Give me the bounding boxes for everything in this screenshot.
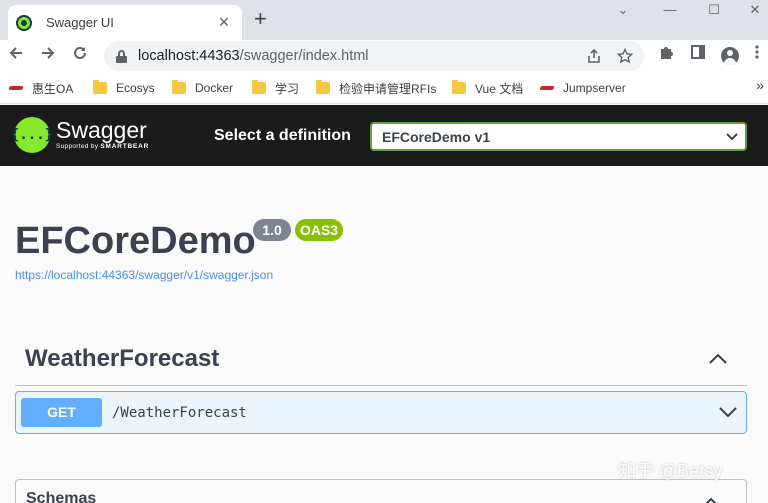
tab-title: Swagger UI: [46, 15, 114, 30]
api-title: EFCoreDemo: [15, 220, 256, 262]
maximize-button[interactable]: ☐: [694, 0, 734, 24]
bookmark-item[interactable]: 学习: [252, 79, 299, 97]
select-definition-label: Select a definition: [214, 127, 351, 144]
close-tab-icon[interactable]: ✕: [216, 14, 232, 31]
url-text: localhost:44363/swagger/index.html: [138, 48, 369, 64]
bookmark-item[interactable]: Jumpserver: [540, 79, 626, 97]
site-icon: [9, 83, 23, 93]
close-window-button[interactable]: ✕: [735, 0, 768, 24]
more-bookmarks-icon[interactable]: »: [756, 77, 764, 93]
swagger-topbar: {...} Swagger Supported by SMARTBEAR Sel…: [0, 105, 768, 166]
bookmark-item[interactable]: Ecosys: [93, 79, 155, 97]
swagger-logo-icon: {...}: [11, 117, 53, 153]
logo-text: Swagger Supported by SMARTBEAR: [56, 117, 149, 150]
menu-kebab-icon[interactable]: [745, 44, 768, 68]
bookmark-item[interactable]: Vue 文档: [452, 79, 523, 97]
bookmarks-bar: 惠生OA Ecosys Docker 学习 检验申请管理RFIs Vue 文档 …: [0, 72, 768, 104]
profile-avatar[interactable]: [718, 44, 742, 68]
logo-name: Swagger: [56, 117, 147, 143]
swagger-favicon-icon: [16, 14, 32, 31]
swagger-logo[interactable]: {...} Swagger Supported by SMARTBEAR: [11, 117, 149, 153]
browser-tab[interactable]: Swagger UI ✕: [8, 5, 242, 40]
tag-name: WeatherForecast: [25, 345, 220, 372]
watermark: 知乎 @Betsy: [618, 461, 723, 481]
new-tab-button[interactable]: +: [254, 7, 267, 31]
chevron-up-icon[interactable]: [707, 348, 731, 372]
logo-subtitle: Supported by SMARTBEAR: [56, 143, 150, 150]
chevron-down-icon[interactable]: [718, 402, 740, 424]
site-icon: [540, 83, 554, 93]
chevron-up-icon[interactable]: [702, 494, 724, 503]
reload-icon[interactable]: [68, 44, 92, 68]
operation-get-weatherforecast[interactable]: GET /WeatherForecast: [15, 391, 747, 434]
bookmark-item[interactable]: Docker: [172, 79, 233, 97]
browser-tab-strip: Swagger UI ✕ + ⌄ — ☐ ✕: [0, 0, 768, 40]
oas-badge: OAS3: [295, 219, 343, 241]
address-bar[interactable]: localhost:44363/swagger/index.html: [104, 41, 644, 71]
folder-icon: [172, 80, 186, 94]
lock-icon[interactable]: [116, 49, 127, 63]
method-badge: GET: [21, 398, 102, 427]
operation-path: /WeatherForecast: [112, 405, 247, 421]
bookmark-item[interactable]: 惠生OA: [9, 79, 73, 97]
tag-section-header[interactable]: WeatherForecast: [15, 336, 747, 386]
extensions-puzzle-icon[interactable]: [654, 44, 678, 68]
bookmark-item[interactable]: 检验申请管理RFIs: [316, 79, 436, 97]
back-arrow-icon[interactable]: [4, 44, 28, 68]
spec-url-link[interactable]: https://localhost:44363/swagger/v1/swagg…: [15, 268, 273, 282]
side-panel-icon[interactable]: [686, 44, 710, 68]
share-icon[interactable]: [586, 48, 602, 68]
chevron-down-icon: [719, 130, 745, 144]
folder-icon: [252, 80, 266, 94]
schemas-title: Schemas: [26, 490, 97, 503]
folder-icon: [316, 80, 330, 94]
definition-select-value: EFCoreDemo v1: [382, 128, 491, 145]
forward-arrow-icon[interactable]: [36, 44, 60, 68]
tab-search-icon[interactable]: ⌄: [603, 0, 643, 24]
avatar-icon: [721, 47, 739, 65]
version-badge: 1.0: [253, 219, 291, 241]
minimize-button[interactable]: —: [650, 0, 690, 24]
browser-toolbar: localhost:44363/swagger/index.html: [0, 40, 768, 72]
screen: Swagger UI ✕ + ⌄ — ☐ ✕ localhost:44363/s…: [0, 0, 768, 503]
folder-icon: [452, 80, 466, 94]
bookmark-star-icon[interactable]: [616, 47, 634, 68]
definition-select[interactable]: EFCoreDemo v1: [370, 122, 747, 151]
folder-icon: [93, 80, 107, 94]
